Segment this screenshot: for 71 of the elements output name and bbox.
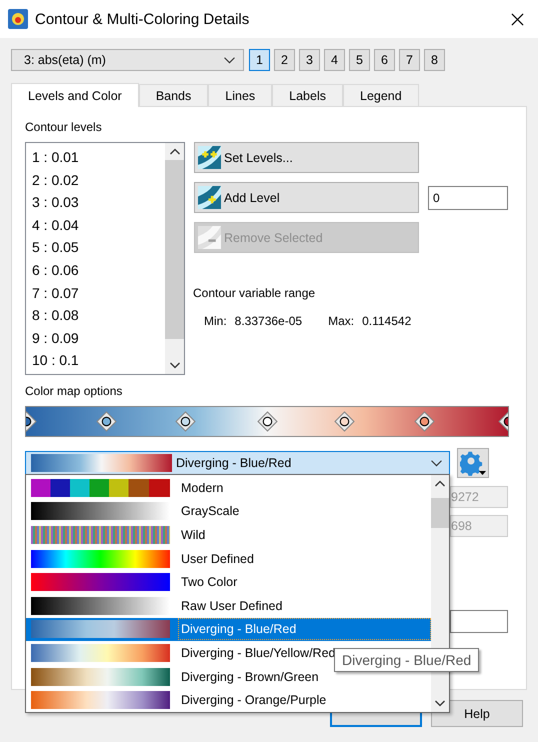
level-item[interactable]: 4 : 0.04 [32,214,165,238]
color-stop-handle[interactable] [175,411,196,432]
tooltip: Diverging - Blue/Red [334,648,480,672]
color-stop-handle[interactable] [96,411,117,432]
levels-list[interactable]: 1 : 0.01 2 : 0.02 3 : 0.03 4 : 0.04 5 : 0.05 6 : 0.06 7 : 0.07 8 : 0.08 9 : 0.09 10 : 0.1 [25,142,185,375]
level-item[interactable]: 2 : 0.02 [32,170,165,192]
level-button[interactable]: Set Levels... [194,142,419,173]
tab[interactable]: Legend [343,84,419,106]
color-map-option[interactable]: Modern [26,476,431,500]
close-icon[interactable] [511,12,524,26]
level-item[interactable]: 8 : 0.08 [32,305,165,328]
level-item[interactable]: 5 : 0.05 [32,237,165,260]
variable-dropdown[interactable]: 3: abs(eta) (m) [11,49,244,71]
max-label: Max: [328,314,354,328]
level-item[interactable]: 3 : 0.03 [32,192,165,215]
level-button[interactable]: Add Level [194,182,419,213]
color-map-option[interactable]: GrayScale [26,500,431,524]
gear-icon [460,450,486,476]
scroll-down-icon[interactable] [170,362,180,369]
tab[interactable]: Labels [272,84,343,106]
scroll-up-icon[interactable] [435,480,445,487]
color-gradient-bar[interactable] [25,406,509,437]
level-value-field[interactable]: 0 [428,186,508,210]
color-map-option[interactable]: Diverging - Blue/Red [26,618,431,642]
map-number-button[interactable]: 7 [399,49,420,71]
section-label: Contour levels [25,120,103,134]
min-value: 8.33736e-05 [234,314,302,328]
level-item[interactable]: 6 : 0.06 [32,260,165,283]
color-map-option[interactable]: User Defined [26,546,431,570]
map-number-button[interactable]: 5 [349,49,370,71]
color-map-option[interactable]: Diverging - Orange/Purple [26,688,431,712]
color-map-option[interactable]: Wild [26,523,431,547]
range-label: Contour variable range [193,286,316,300]
disabled-field: 9272 [450,486,508,508]
level-item[interactable]: 9 : 0.09 [32,328,165,350]
scroll-down-icon[interactable] [435,700,445,707]
map-number-button[interactable]: 3 [299,49,320,71]
map-number-button[interactable]: 6 [374,49,395,71]
map-number-button[interactable]: 1 [249,49,270,71]
color-map-option[interactable]: Raw User Defined [26,594,431,618]
dialog-button[interactable]: Help [431,700,523,727]
chevron-down-icon [431,460,442,466]
max-value: 0.114542 [362,314,412,328]
color-stop-handle[interactable] [334,411,356,432]
contour-plus-icon [198,186,221,209]
contour-minus-icon [198,226,221,249]
scroll-up-icon[interactable] [170,148,180,155]
color-stop-handle[interactable] [257,411,278,432]
app-icon [8,9,28,29]
disabled-field: 698 [450,515,508,537]
contour-plus-icon [198,146,221,169]
gear-button[interactable] [457,448,489,478]
scroll-thumb[interactable] [431,498,449,528]
color-map-dropdown[interactable]: Diverging - Blue/Red [25,451,450,475]
window-title: Contour & Multi-Coloring Details [35,10,250,28]
section-label: Color map options [25,384,124,398]
level-item[interactable]: 10 : 0.1 [32,350,165,373]
level-item[interactable]: 1 : 0.01 [32,147,165,170]
color-map-option[interactable]: Two Color [26,570,431,594]
scroll-thumb[interactable] [165,160,184,339]
map-number-button[interactable]: 2 [274,49,295,71]
min-label: Min: [204,314,227,328]
level-item[interactable]: 7 : 0.07 [32,282,165,306]
tab[interactable]: Levels and Color [11,83,139,107]
tab[interactable]: Lines [208,84,272,106]
map-number-button[interactable]: 8 [424,49,445,71]
map-number-button[interactable]: 4 [324,49,345,71]
color-stop-handle[interactable] [414,411,435,432]
chevron-down-icon [224,56,235,64]
tab[interactable]: Bands [138,84,208,106]
text-field[interactable] [450,610,508,633]
